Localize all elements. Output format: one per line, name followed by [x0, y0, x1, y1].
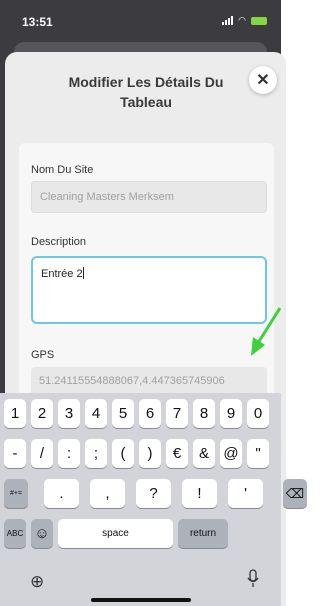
description-field[interactable]: Entrée 2 [31, 256, 267, 324]
backspace-key[interactable]: ⌫ [283, 479, 307, 508]
symbol-key-1[interactable]: / [31, 439, 53, 468]
keyboard-row-symbols: - /:;() € & @ " [4, 439, 269, 468]
number-key-6[interactable]: 7 [166, 399, 188, 428]
punctuation-key-2[interactable]: ? [136, 479, 171, 508]
number-key-1[interactable]: 2 [31, 399, 53, 428]
status-time: 13:51 [22, 15, 53, 29]
site-label: Nom Du Site [31, 164, 94, 176]
more-symbols-key[interactable]: #+= [4, 479, 28, 508]
symbol-key-8[interactable]: @ [220, 439, 242, 468]
symbol-key-0[interactable]: - [4, 439, 26, 468]
number-key-4[interactable]: 5 [112, 399, 134, 428]
description-label: Description [31, 236, 87, 248]
punctuation-key-3[interactable]: ! [182, 479, 217, 508]
wifi-icon: ◠ [238, 15, 246, 25]
keyboard: 1234567890 - /:;() € & @ " #+= .,?! ' ⌫ ABC ☺ … [0, 393, 307, 606]
punctuation-key-4[interactable]: ' [228, 479, 263, 508]
punctuation-key-0[interactable]: . [44, 479, 79, 508]
number-key-5[interactable]: 6 [139, 399, 161, 428]
symbol-key-9[interactable]: " [247, 439, 269, 468]
battery-icon [251, 17, 267, 25]
symbol-key-5[interactable]: ) [139, 439, 161, 468]
status-icons: ◠ [222, 16, 267, 25]
sheet-title: Modifier Les Détails Du Tableau [68, 74, 224, 110]
space-key[interactable]: space [58, 519, 173, 548]
symbol-key-7[interactable]: & [193, 439, 215, 468]
site-name-field[interactable]: Cleaning Masters Merksem [31, 181, 267, 213]
signal-icon [222, 16, 234, 25]
close-button[interactable]: ✕ [249, 66, 277, 94]
status-bar: 13:51 ◠ [0, 0, 281, 44]
microphone-icon[interactable] [246, 569, 260, 589]
emoji-icon: ☺ [34, 525, 50, 542]
abc-key[interactable]: ABC [4, 519, 26, 548]
globe-icon[interactable]: ⊕ [30, 572, 44, 592]
number-key-8[interactable]: 9 [220, 399, 242, 428]
number-key-9[interactable]: 0 [247, 399, 269, 428]
home-indicator [91, 598, 191, 602]
text-caret [82, 267, 84, 279]
return-key[interactable]: return [178, 519, 228, 548]
close-icon: ✕ [256, 72, 270, 89]
keyboard-row-punctuation: #+= .,?! ' ⌫ [4, 479, 307, 508]
number-key-0[interactable]: 1 [4, 399, 26, 428]
gps-label: GPS [31, 349, 55, 361]
number-key-3[interactable]: 4 [85, 399, 107, 428]
keyboard-row-bottom: ABC ☺ space return [4, 519, 228, 548]
punctuation-key-1[interactable]: , [90, 479, 125, 508]
number-key-2[interactable]: 3 [58, 399, 80, 428]
backspace-icon: ⌫ [285, 485, 305, 501]
symbol-key-2[interactable]: : [58, 439, 80, 468]
symbol-key-3[interactable]: ; [85, 439, 107, 468]
symbol-key-4[interactable]: ( [112, 439, 134, 468]
description-value: Entrée 2 [41, 268, 83, 280]
symbol-key-6[interactable]: € [166, 439, 188, 468]
keyboard-row-numbers: 1234567890 [4, 399, 269, 428]
emoji-key[interactable]: ☺ [31, 519, 53, 548]
number-key-7[interactable]: 8 [193, 399, 215, 428]
